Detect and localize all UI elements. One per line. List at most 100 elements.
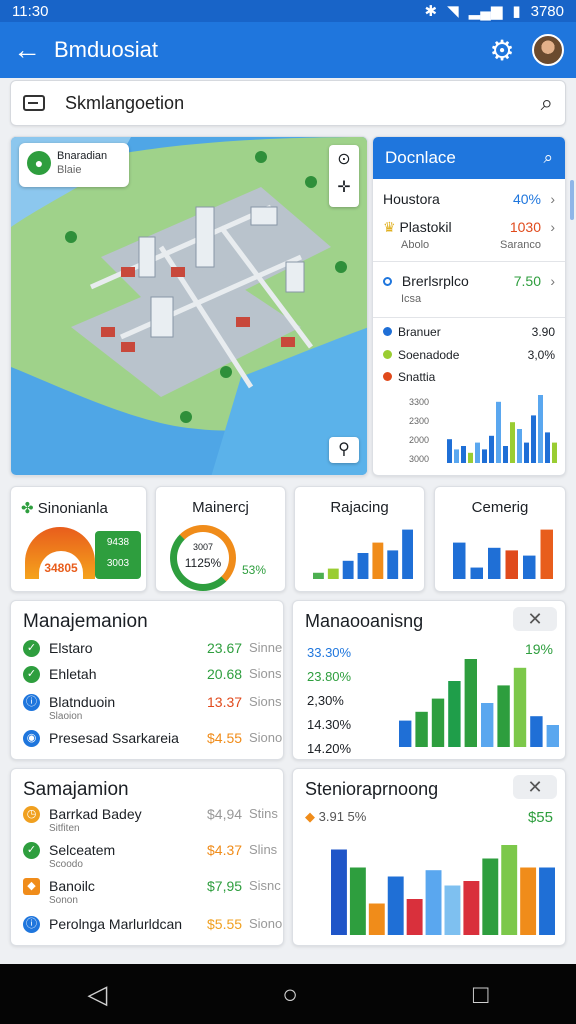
back-nav-icon[interactable]: ◁	[87, 979, 107, 1010]
list-item[interactable]: ◷ Barrkad Badey Sitfiten $4,94 Stins	[23, 805, 278, 839]
panel-search-icon[interactable]: ⌕	[543, 148, 553, 168]
chart-bar	[453, 542, 466, 579]
location-pin-icon: ●	[27, 151, 51, 175]
chart-bar	[505, 550, 518, 579]
panel-row[interactable]: ♛ Plastokil 1030 › Abolo Saranco	[383, 219, 555, 251]
chart-bar	[531, 415, 536, 463]
person-icon[interactable]: ⚲	[329, 437, 359, 463]
item-unit: Stins	[249, 806, 278, 821]
chart-label: 14.30%	[307, 717, 352, 732]
chart-bar	[470, 567, 483, 579]
search-bar[interactable]: Skmlangoetion ⌕	[10, 80, 566, 126]
item-unit: Siono	[249, 916, 283, 931]
avatar[interactable]	[532, 34, 564, 66]
map-zoom-controls[interactable]: ⊙ ✛	[329, 145, 359, 207]
item-amount: $4.55	[207, 730, 243, 746]
y-tick: 2000	[409, 435, 430, 445]
gauge-orange: 34805	[25, 527, 95, 579]
list-item[interactable]: ⓘ Perolnga Marlurldcan $5.55 Siono	[23, 915, 282, 937]
chart-card-bottom: Stenioraprnoong ✕ ◆ 3.91 5% $55	[292, 768, 566, 946]
map-info-chip[interactable]: ● Bnaradian Blaie	[19, 143, 129, 187]
chart-bar	[331, 849, 347, 935]
list-item[interactable]: ⓘ Blatnduoin Slaoion 13.37 Sions	[23, 693, 282, 727]
menu-icon[interactable]	[23, 95, 45, 111]
chart-value: $55	[527, 809, 553, 826]
panel-row[interactable]: Houstora 40% ›	[383, 191, 555, 207]
row-label: Brerlsrplco	[401, 273, 469, 289]
legend-label: Branuer	[398, 325, 441, 339]
item-label: Presesad Ssarkareia	[49, 730, 179, 746]
chart-bar	[489, 435, 494, 463]
chart-bar	[372, 542, 384, 579]
gear-icon[interactable]: ⚙	[480, 28, 524, 72]
chart-bar	[313, 572, 324, 579]
chart-bar	[448, 681, 461, 747]
stat-label: 9438	[106, 537, 130, 548]
mini-card-cemerig[interactable]: Cemerig	[434, 486, 566, 592]
chart-bar	[524, 442, 529, 463]
panel-bar-chart	[447, 395, 557, 463]
home-nav-icon[interactable]: ○	[282, 979, 298, 1010]
search-icon[interactable]: ⌕	[541, 90, 553, 116]
item-amount: 20.68	[207, 666, 243, 682]
list-item[interactable]: ✓ Ehletah 20.68 Sions	[23, 665, 282, 687]
close-icon[interactable]: ✕	[513, 607, 557, 631]
chart-labels: 33.30% 23.80% 2,30% 14.30% 14.20%	[307, 641, 352, 759]
recents-nav-icon[interactable]: □	[473, 979, 489, 1010]
item-unit: Siono	[249, 730, 283, 745]
legend-dot	[383, 350, 392, 359]
item-label: Barrkad Badey	[49, 806, 142, 822]
row-value: 1030	[509, 219, 541, 235]
mini-card-rajacing[interactable]: Rajacing	[294, 486, 425, 592]
mini-card-mainercj[interactable]: Mainercj 3007 1125% 53%	[155, 486, 286, 592]
back-arrow-icon[interactable]: ←	[0, 22, 54, 78]
list-item[interactable]: ◉ Presesad Ssarkareia $4.55 Siono	[23, 729, 282, 751]
search-input[interactable]: Skmlangoetion	[65, 93, 541, 114]
scrollbar[interactable]	[570, 180, 574, 220]
legend-value: 3.90	[531, 325, 555, 339]
chart-bar	[461, 446, 466, 463]
close-icon[interactable]: ✕	[513, 775, 557, 799]
panel-row[interactable]: Brerlsrplco 7.50 › Icsa	[383, 273, 555, 305]
list-item[interactable]: ✓ Selceatem Scoodo $4.37 Slins	[23, 841, 277, 875]
chart-bar	[503, 446, 508, 463]
chart-bar	[368, 903, 385, 935]
gauge-value: 1125%	[184, 556, 222, 570]
chart-subtitle: ◆ 3.91 5%	[305, 809, 366, 825]
chart-bar	[497, 685, 510, 747]
map-view[interactable]: ● Bnaradian Blaie ⊙ ✛ ⚲	[10, 136, 368, 476]
row-sub: Abolo	[401, 239, 430, 251]
chart-bar	[468, 452, 473, 463]
chart-bar	[406, 899, 423, 935]
item-amount: $4,94	[207, 806, 243, 822]
details-panel: Docnlace ⌕ Houstora 40% › ♛ Plastokil 10…	[372, 136, 566, 476]
compass-icon[interactable]: ⊙	[329, 145, 359, 169]
row-label: Plastokil	[399, 219, 452, 235]
tag-icon: ◆	[305, 809, 315, 824]
chart-bar	[530, 716, 543, 747]
gauge-pct: 53%	[242, 563, 267, 577]
chart-card-top: Manaooanisng ✕ 19% 33.30% 23.80% 2,30% 1…	[292, 600, 566, 760]
item-unit: Sions	[249, 666, 282, 681]
panel-title: Docnlace	[385, 148, 456, 167]
chart-bar	[481, 703, 494, 747]
legend-dot	[383, 372, 392, 381]
chart-bar	[475, 442, 480, 463]
list-item[interactable]: ✓ Elstaro 23.67 Sinne	[23, 639, 282, 661]
title-text: Sinonianla	[37, 500, 108, 517]
list-item[interactable]: ◆ Banoilc Sonon $7,95 Sisnc	[23, 877, 281, 911]
chart-bar	[327, 568, 339, 579]
locate-icon[interactable]: ✛	[329, 169, 359, 197]
item-amount: $7,95	[207, 878, 243, 894]
row-value: 7.50	[513, 273, 541, 289]
bar-chart	[399, 659, 559, 747]
trophy-icon: ♛	[383, 219, 396, 235]
bluetooth-icon: ✱	[424, 3, 438, 20]
legend-item: Snattia	[383, 370, 555, 384]
legend-label: Soenadode	[398, 348, 460, 362]
item-label: Banoilc	[49, 878, 95, 894]
item-unit: Sions	[249, 694, 282, 709]
gauge-value: 34805	[39, 551, 83, 579]
mini-card-sinonianla[interactable]: ✤ Sinonianla 34805 9438 3003	[10, 486, 147, 592]
leaf-icon: ✤	[21, 500, 34, 517]
